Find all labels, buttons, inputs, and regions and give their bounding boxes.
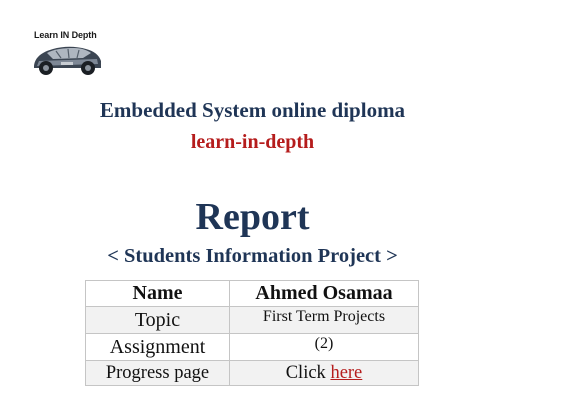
diploma-title: Embedded System online diploma [99,98,406,122]
learn-in-depth-logo: Learn IN Depth [31,30,103,76]
car-icon [34,46,101,75]
report-title: Report [195,196,310,238]
name-value: Ahmed Osamaa [229,280,419,307]
table-row-name: Name Ahmed Osamaa [85,280,419,307]
progress-label: Progress page [85,360,230,386]
topic-value: First Term Projects [229,306,419,334]
name-label: Name [85,280,230,307]
progress-prefix: Click [285,362,326,383]
report-subtitle: < Students Information Project > [107,245,398,267]
student-info-table: Name Ahmed Osamaa Topic First Term Proje… [85,280,419,386]
logo-text: Learn IN Depth [34,30,97,40]
progress-value: Click here [229,360,419,386]
progress-page-link[interactable]: here [330,363,362,383]
assignment-label: Assignment [85,333,230,361]
assignment-value: (2) [229,333,419,361]
topic-label: Topic [85,306,230,334]
table-row-progress: Progress page Click here [85,360,419,386]
brand-name: learn-in-depth [190,131,315,153]
table-row-assignment: Assignment (2) [85,333,419,361]
table-row-topic: Topic First Term Projects [85,306,419,334]
